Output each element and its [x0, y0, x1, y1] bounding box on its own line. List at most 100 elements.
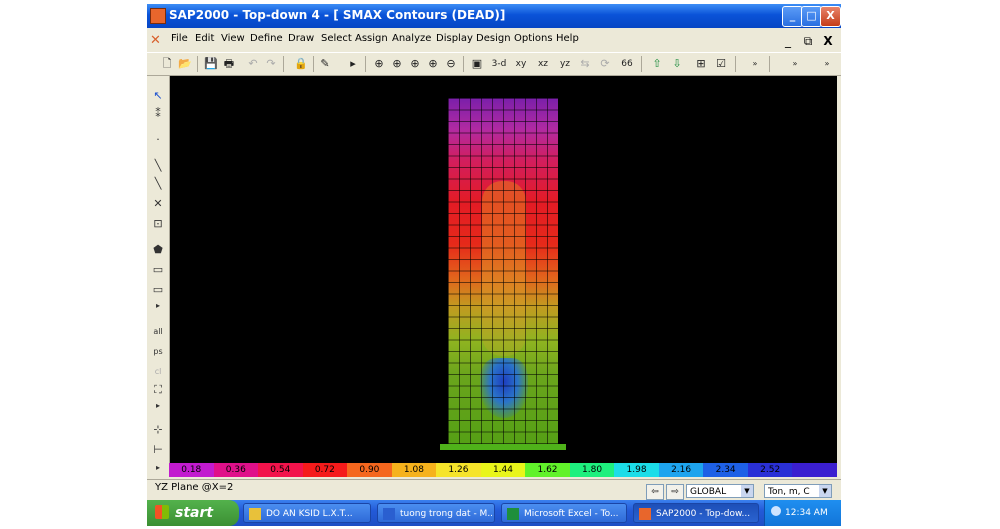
draw-point-icon[interactable]: ·: [150, 132, 166, 148]
grid-icon[interactable]: ⊞: [693, 56, 709, 72]
menu-select[interactable]: Select: [321, 33, 352, 44]
menu-file[interactable]: File: [171, 33, 188, 44]
taskbar-item-label: tuong trong dat - M...: [400, 509, 495, 519]
check-icon[interactable]: ☑: [713, 56, 729, 72]
draw-rect-area-icon[interactable]: ▭: [150, 262, 166, 278]
toolbar-overflow-2-icon[interactable]: »: [787, 56, 803, 72]
run-analysis-icon[interactable]: ▸: [345, 56, 361, 72]
menu-display[interactable]: Display: [436, 33, 473, 44]
taskbar-item-word[interactable]: tuong trong dat - M...: [377, 503, 495, 523]
start-button[interactable]: start: [147, 500, 239, 526]
scale-swatch: 1.44: [480, 463, 526, 477]
pan-icon[interactable]: ▣: [469, 56, 485, 72]
previous-select-icon[interactable]: ps: [150, 344, 166, 360]
sap2000-window: SAP2000 - Top-down 4 - [ SMAX Contours (…: [147, 4, 841, 526]
zoom-previous-icon[interactable]: ⊕: [407, 56, 423, 72]
view-yz-button[interactable]: yz: [557, 56, 573, 72]
maximize-button[interactable]: □: [801, 6, 822, 27]
status-bar: YZ Plane @X=2 ⇦ ⇨ GLOBAL ▼ Ton, m, C ▼: [147, 479, 841, 502]
view-3d-button[interactable]: 3-d: [491, 56, 507, 72]
draw-secondary-beam-icon[interactable]: ⊡: [150, 216, 166, 232]
open-folder-icon[interactable]: 📂: [177, 56, 193, 72]
zoom-full-icon[interactable]: ⊕: [389, 56, 405, 72]
model-view-canvas[interactable]: [170, 76, 837, 465]
menu-help[interactable]: Help: [556, 33, 579, 44]
zoom-out-icon[interactable]: ⊖: [443, 56, 459, 72]
coord-system-select[interactable]: GLOBAL ▼: [686, 484, 754, 498]
new-file-icon[interactable]: 🗋: [159, 56, 175, 72]
units-select[interactable]: Ton, m, C ▼: [764, 484, 832, 498]
menu-edit[interactable]: Edit: [195, 33, 214, 44]
quick-draw-frame-icon[interactable]: ╲: [150, 176, 166, 192]
menu-define[interactable]: Define: [250, 33, 283, 44]
menu-analyze[interactable]: Analyze: [392, 33, 431, 44]
scale-swatch: 1.62: [525, 463, 570, 477]
undo-icon[interactable]: ↶: [245, 56, 261, 72]
move-down-icon[interactable]: ⇩: [669, 56, 685, 72]
menu-draw[interactable]: Draw: [288, 33, 314, 44]
draw-frame-icon[interactable]: ╲: [150, 158, 166, 174]
toolbar-overflow-icon[interactable]: »: [747, 56, 763, 72]
menu-design[interactable]: Design: [476, 33, 511, 44]
pencil-icon[interactable]: ✎: [317, 56, 333, 72]
close-button[interactable]: X: [820, 6, 841, 27]
pointer-icon[interactable]: ↖: [150, 88, 166, 104]
taskbar-item-sap2000[interactable]: SAP2000 - Top-dow...: [633, 503, 759, 523]
save-icon[interactable]: 💾: [203, 56, 219, 72]
left-toolbar: ↖ ⁑ · ╲ ╲ ✕ ⊡ ⬟ ▭ ▭ ▸ all ps cl ⛶ ▸ ⊹ ⊢ …: [147, 76, 170, 472]
select-all-icon[interactable]: all: [150, 324, 166, 340]
reshape-icon[interactable]: ⁑: [150, 106, 166, 122]
move-up-icon[interactable]: ⇧: [649, 56, 665, 72]
next-plane-button[interactable]: ⇨: [666, 484, 684, 500]
scale-swatch: 1.26: [436, 463, 481, 477]
menu-options[interactable]: Options: [514, 33, 553, 44]
menu-view[interactable]: View: [221, 33, 245, 44]
snap-to-ends-icon[interactable]: ⊢: [150, 442, 166, 458]
network-icon[interactable]: [771, 506, 781, 516]
left-toolbar-more-3-icon[interactable]: ▸: [150, 460, 166, 476]
scale-swatch: 2.16: [658, 463, 704, 477]
mdi-minimize-button[interactable]: _: [779, 33, 797, 51]
title-bar[interactable]: SAP2000 - Top-down 4 - [ SMAX Contours (…: [147, 4, 841, 28]
scale-label: 2.34: [715, 465, 736, 475]
scale-label: 0.90: [359, 465, 380, 475]
coord-system-value: GLOBAL: [690, 487, 727, 497]
mdi-restore-button[interactable]: ⧉: [799, 33, 817, 51]
view-xy-button[interactable]: xy: [513, 56, 529, 72]
draw-poly-area-icon[interactable]: ⬟: [150, 242, 166, 258]
menu-assign[interactable]: Assign: [355, 33, 388, 44]
view-xz-button[interactable]: xz: [535, 56, 551, 72]
minimize-button[interactable]: _: [782, 6, 803, 27]
window-title: SAP2000 - Top-down 4 - [ SMAX Contours (…: [169, 8, 506, 22]
draw-brace-icon[interactable]: ✕: [150, 196, 166, 212]
toolbar-overflow-3-icon[interactable]: »: [819, 56, 835, 72]
scale-label: 0.18: [181, 465, 202, 475]
mdi-close-button[interactable]: X: [819, 33, 837, 51]
scale-swatch: 0.54: [258, 463, 303, 477]
sap2000-app-icon: [639, 508, 651, 520]
clock: 12:34 AM: [785, 508, 828, 518]
rotate-icon[interactable]: ⇆: [577, 56, 593, 72]
zoom-rubber-band-icon[interactable]: ⊕: [371, 56, 387, 72]
taskbar-item-label: Microsoft Excel - To...: [524, 509, 619, 519]
print-icon[interactable]: 🖶: [221, 56, 237, 72]
perspective-icon[interactable]: ⟳: [597, 56, 613, 72]
left-toolbar-more-2-icon[interactable]: ▸: [150, 398, 166, 414]
scale-label: 2.52: [760, 465, 781, 475]
zoom-in-icon[interactable]: ⊕: [425, 56, 441, 72]
intersecting-line-icon[interactable]: ⛶: [150, 382, 166, 398]
scale-swatch: 0.90: [347, 463, 392, 477]
quick-draw-area-icon[interactable]: ▭: [150, 282, 166, 298]
left-toolbar-more-1-icon[interactable]: ▸: [150, 298, 166, 314]
taskbar-item-explorer[interactable]: DO AN KSID L.X.T...: [243, 503, 371, 523]
system-tray: 12:34 AM: [764, 500, 841, 526]
redo-icon[interactable]: ↷: [263, 56, 279, 72]
object-shrink-icon[interactable]: 66: [619, 56, 635, 72]
sap-menu-icon[interactable]: ✕: [150, 33, 161, 48]
clear-select-icon[interactable]: cl: [150, 364, 166, 380]
snap-to-points-icon[interactable]: ⊹: [150, 422, 166, 438]
lock-icon[interactable]: 🔒: [293, 56, 309, 72]
scale-label: 1.44: [492, 465, 513, 475]
previous-plane-button[interactable]: ⇦: [646, 484, 664, 500]
taskbar-item-excel[interactable]: Microsoft Excel - To...: [501, 503, 627, 523]
